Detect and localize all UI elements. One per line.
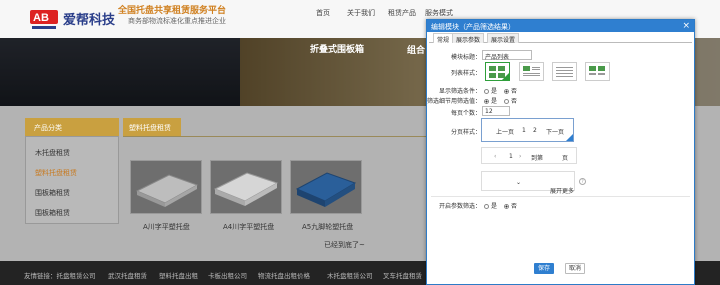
brand-logo: AB: [30, 10, 58, 29]
sidebar-item[interactable]: 围板箱租赁: [35, 208, 70, 218]
list-style-option-grid-selected[interactable]: [485, 62, 510, 81]
tab-general[interactable]: 常规: [433, 33, 454, 44]
product-caption[interactable]: A4川字平塑托盘: [223, 222, 274, 232]
sidebar-title: 产品分类: [25, 118, 119, 136]
tab-display-settings[interactable]: 展示设置: [487, 33, 520, 44]
chevron-left-icon: ‹: [494, 153, 497, 160]
chevron-right-icon: ›: [519, 153, 522, 160]
expand-more-text: 展开更多 ⌄: [516, 179, 575, 195]
pager-page-unit: 页: [562, 155, 569, 162]
footer-link[interactable]: 卡板出租公司: [208, 270, 247, 280]
app-root: AB 爱帮科技 全国托盘共享租赁服务平台 商务部物流标准化重点推进企业 首页 关…: [0, 0, 720, 285]
param-filter-label: 开启参数筛选：: [438, 203, 481, 210]
pager-goto-label: 到第: [531, 155, 544, 162]
pager-page-1: 1: [522, 127, 526, 134]
show-filter-no-radio[interactable]: 否: [504, 86, 517, 95]
footer-link[interactable]: 物流托盘出租价格: [258, 270, 310, 280]
selected-marker-icon: [566, 134, 573, 141]
list-style-option-list[interactable]: [519, 62, 544, 81]
pager-next: 下一页: [546, 129, 565, 136]
module-title-input[interactable]: 产品列表: [482, 50, 532, 61]
show-filter-yes-radio[interactable]: 是: [484, 86, 497, 95]
save-button[interactable]: 保存: [534, 263, 554, 274]
tab-display-params[interactable]: 展示参数: [452, 33, 485, 44]
show-result-no-radio[interactable]: 否: [504, 96, 517, 105]
pagination-style-option-expand[interactable]: 展开更多 ⌄: [481, 171, 575, 195]
show-result-label: 筛选细节用筛选值：: [427, 98, 482, 105]
param-filter-yes-radio[interactable]: 是: [484, 201, 497, 210]
dialog-title-bar[interactable]: 编辑模块（产品筛选结果） ×: [427, 20, 694, 32]
slogan-secondary: 商务部物流标准化重点推进企业: [128, 17, 226, 25]
per-page-label: 每页个数：: [450, 110, 481, 117]
product-caption[interactable]: A5九脚轮塑托盘: [302, 222, 353, 232]
nav-item-products[interactable]: 租赁产品: [388, 8, 416, 18]
footer-link[interactable]: 叉车托盘租赁: [383, 270, 422, 280]
pagination-style-option-selected[interactable]: 上一页 1 2 下一页: [481, 118, 574, 142]
pagination-label: 分页样式：: [450, 129, 481, 136]
module-title-label: 模块标题：: [450, 54, 481, 61]
footer-link[interactable]: 友情链接：托盘租赁公司: [24, 270, 96, 280]
sidebar-item[interactable]: 围板箱租赁: [35, 188, 70, 198]
divider: [431, 196, 690, 197]
edit-module-dialog: 编辑模块（产品筛选结果） × 常规 展示参数 展示设置 模块标题： 产品列表 列…: [426, 19, 695, 285]
footer-link[interactable]: 塑料托盘出租: [159, 270, 198, 280]
footer-link[interactable]: 武汉托盘租赁: [108, 270, 147, 280]
brand-name: 爱帮科技: [63, 13, 116, 28]
product-image[interactable]: [130, 160, 202, 214]
product-caption[interactable]: A川字平塑托盘: [143, 222, 190, 232]
nav-item-service[interactable]: 服务模式: [425, 8, 453, 18]
svg-text:AB: AB: [33, 12, 49, 24]
per-page-input[interactable]: 12: [482, 106, 510, 116]
end-of-list-text: 已经到底了~: [324, 241, 365, 249]
help-icon[interactable]: ?: [579, 178, 586, 185]
close-icon[interactable]: ×: [682, 20, 690, 32]
content-tab[interactable]: 塑料托盘租赁: [123, 118, 181, 136]
list-style-option-card[interactable]: [585, 62, 610, 81]
sidebar-item-active[interactable]: 塑料托盘租赁: [35, 168, 77, 178]
banner-headline: 折叠式围板箱: [310, 45, 365, 55]
nav-item-home[interactable]: 首页: [316, 8, 330, 18]
param-filter-no-radio[interactable]: 否: [504, 201, 517, 210]
cancel-button[interactable]: 取消: [565, 263, 585, 274]
pager-prev: 上一页: [496, 129, 515, 136]
list-style-option-text[interactable]: [552, 62, 577, 81]
slogan-primary: 全国托盘共享租赁服务平台: [118, 6, 227, 16]
show-filter-label: 显示筛选条件：: [438, 88, 481, 95]
dialog-title: 编辑模块（产品筛选结果）: [431, 23, 515, 31]
dialog-tabs: 常规 展示参数 展示设置: [429, 33, 692, 44]
product-image[interactable]: [210, 160, 282, 214]
sidebar-item[interactable]: 木托盘租赁: [35, 148, 70, 158]
show-result-yes-radio[interactable]: 是: [484, 96, 497, 105]
nav-item-about[interactable]: 关于我们: [347, 8, 375, 18]
pager-page-2: 2: [533, 127, 537, 134]
footer-link[interactable]: 木托盘租赁公司: [327, 270, 373, 280]
tab-divider: [123, 136, 433, 137]
list-style-label: 列表样式：: [450, 70, 481, 77]
pager-current-page: 1: [509, 153, 513, 160]
product-image[interactable]: [290, 160, 362, 214]
sidebar: 木托盘租赁 塑料托盘租赁 围板箱租赁 围板箱租赁: [25, 136, 119, 224]
banner-headline-extra: 组合: [407, 46, 426, 56]
pagination-style-option-jump[interactable]: ‹ 1 › 到第 页: [481, 147, 577, 164]
